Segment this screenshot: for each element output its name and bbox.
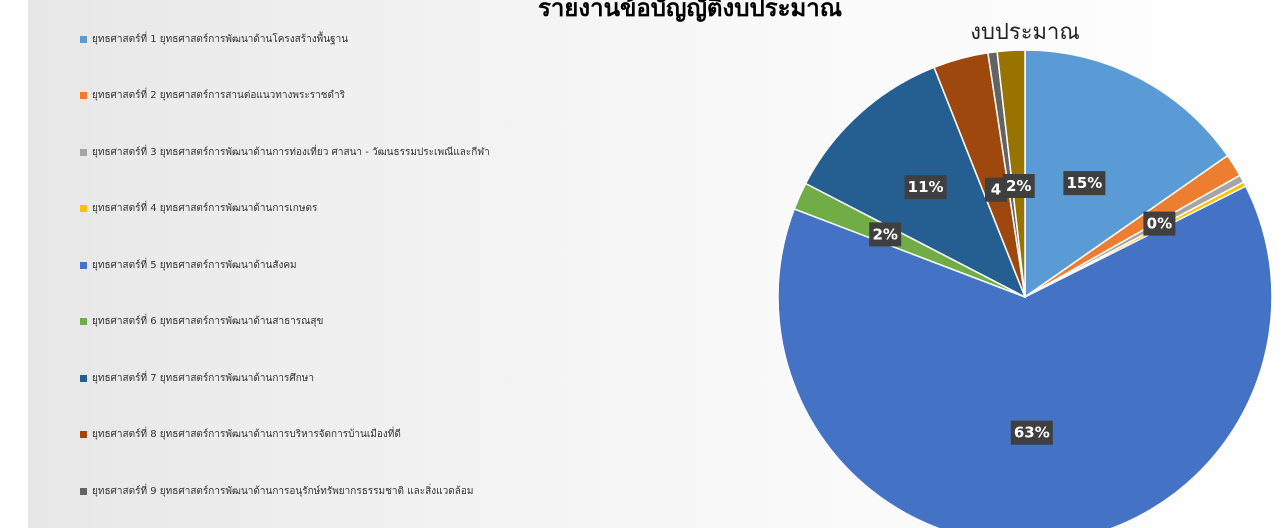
- data-label-text: 63%: [1014, 424, 1050, 442]
- data-label-text: 2%: [872, 225, 897, 243]
- chart-frame: รายงานข้อบัญญัติงบประมาณ งบประมาณ ตามข้อ…: [0, 0, 1285, 528]
- data-label: 2%: [1002, 174, 1035, 198]
- data-label: 0%: [1143, 211, 1176, 236]
- data-label-text: 4: [991, 181, 1001, 199]
- data-label-text: 0%: [1147, 215, 1172, 233]
- pie-chart: 15% 0% 63% 2% 11% 4 2%: [777, 49, 1273, 528]
- data-label-text: 11%: [908, 178, 944, 196]
- data-label: 11%: [904, 175, 947, 200]
- data-label: 15%: [1063, 171, 1106, 196]
- data-label-text: 2%: [1006, 177, 1031, 195]
- data-label-text: 15%: [1066, 174, 1102, 192]
- data-label: 63%: [1010, 420, 1053, 445]
- data-label: 2%: [869, 222, 902, 247]
